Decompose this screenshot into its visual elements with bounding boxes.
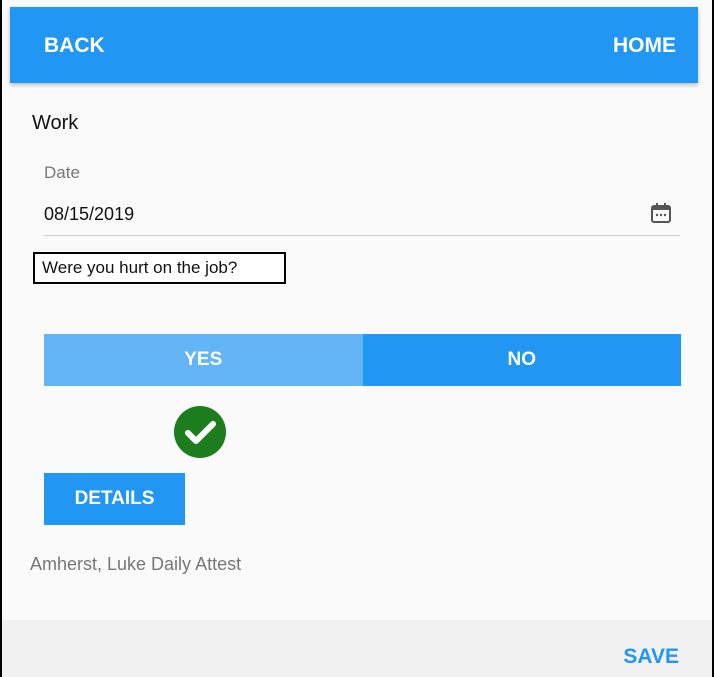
question-label: Were you hurt on the job? xyxy=(33,252,286,284)
date-label: Date xyxy=(44,163,80,182)
bottom-action-bar: SAVE xyxy=(2,620,712,677)
yes-no-toggle: YES NO xyxy=(44,334,681,386)
save-button[interactable]: SAVE xyxy=(623,645,679,669)
date-field[interactable]: 08/15/2019 xyxy=(44,198,680,236)
yes-button[interactable]: YES xyxy=(44,334,363,386)
home-button[interactable]: HOME xyxy=(613,34,676,58)
details-button[interactable]: DETAILS xyxy=(44,473,185,525)
app-frame: BACK HOME Work Date 08/15/2019 Were you … xyxy=(0,0,714,677)
date-value[interactable]: 08/15/2019 xyxy=(44,204,134,225)
back-button[interactable]: BACK xyxy=(44,34,105,58)
no-button[interactable]: NO xyxy=(362,334,681,386)
section-title: Work xyxy=(32,112,79,134)
attest-text: Amherst, Luke Daily Attest xyxy=(30,554,242,574)
calendar-icon[interactable] xyxy=(650,202,672,224)
check-circle-icon xyxy=(174,406,226,458)
app-header: BACK HOME xyxy=(10,7,698,83)
